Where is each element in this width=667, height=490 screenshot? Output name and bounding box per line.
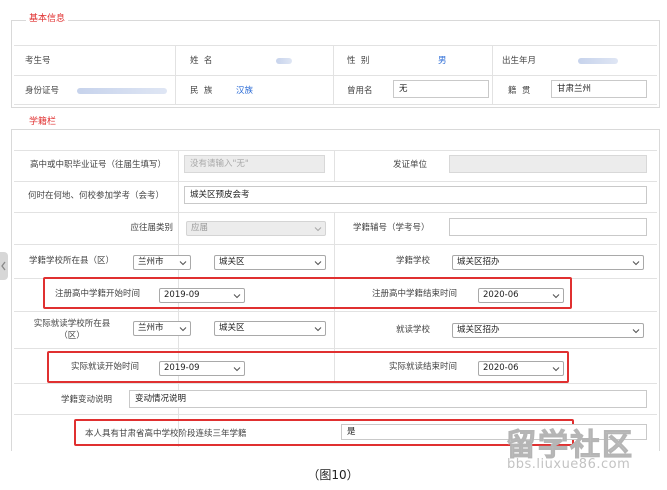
basic-col-divider bbox=[333, 45, 334, 104]
roll-row-divider bbox=[14, 414, 657, 415]
chevron-down-icon bbox=[314, 227, 322, 232]
basic-row-divider bbox=[14, 104, 657, 105]
gender-label: 性 别 bbox=[347, 56, 370, 66]
actual-start-select[interactable]: 2019-09 bbox=[159, 361, 245, 376]
chevron-down-icon bbox=[179, 261, 187, 266]
chevron-down-icon bbox=[632, 329, 640, 334]
reg-end-value: 2020-06 bbox=[483, 290, 519, 300]
actual-end-select[interactable]: 2020-06 bbox=[478, 361, 564, 376]
actual-county-label: 实际就读学校所在县（区） bbox=[33, 319, 111, 341]
actual-school-value: 城关区招办 bbox=[457, 325, 500, 335]
grad-type-value: 应届 bbox=[191, 223, 209, 233]
sidebar-toggle-handle[interactable] bbox=[0, 252, 8, 280]
roll-row-divider bbox=[14, 348, 657, 349]
cert-no-label: 高中或中职毕业证号（往届生填写） bbox=[30, 160, 167, 170]
actual-start-value: 2019-09 bbox=[164, 363, 200, 373]
birth-label: 出生年月 bbox=[502, 56, 537, 66]
chevron-down-icon bbox=[233, 294, 241, 299]
grad-type-label: 应往届类别 bbox=[130, 223, 173, 233]
chevron-down-icon bbox=[632, 261, 640, 266]
ethnicity-value: 汉族 bbox=[236, 86, 254, 96]
roll-col-divider bbox=[334, 150, 335, 181]
gender-value: 男 bbox=[438, 56, 447, 66]
reg-start-select[interactable]: 2019-09 bbox=[159, 288, 245, 303]
exam-when-where-input[interactable]: 城关区预皮会考 bbox=[184, 186, 647, 204]
reg-start-value: 2019-09 bbox=[164, 290, 200, 300]
actual-school-select[interactable]: 城关区招办 bbox=[452, 323, 644, 338]
grad-type-select[interactable]: 应届 bbox=[186, 221, 326, 236]
roll-school-value: 城关区招办 bbox=[457, 257, 500, 267]
actual-district-select[interactable]: 城关区 bbox=[214, 321, 326, 336]
issuer-label: 发证单位 bbox=[393, 160, 428, 170]
exam-when-where-label: 何时在何地、何校参加学考（会考） bbox=[28, 191, 165, 201]
roll-row-divider bbox=[14, 181, 657, 182]
actual-end-label: 实际就读结束时间 bbox=[389, 362, 458, 372]
roll-row-divider bbox=[14, 383, 657, 384]
actual-city-value: 兰州市 bbox=[138, 323, 164, 333]
native-place-input[interactable]: 甘肃兰州 bbox=[551, 80, 647, 98]
roll-city-value: 兰州市 bbox=[138, 257, 164, 267]
roll-no-label: 学籍辅号（学考号） bbox=[353, 223, 430, 233]
chevron-down-icon bbox=[552, 294, 560, 299]
birth-value-redacted bbox=[578, 58, 618, 64]
school-roll-legend: 学籍栏 bbox=[26, 116, 60, 128]
id-value-redacted bbox=[77, 88, 167, 94]
chevron-down-icon bbox=[552, 367, 560, 372]
roll-row-divider bbox=[14, 244, 657, 245]
roll-city-select[interactable]: 兰州市 bbox=[133, 255, 191, 270]
cert-no-input[interactable]: 没有请输入"无" bbox=[184, 155, 325, 173]
roll-district-value: 城关区 bbox=[219, 257, 245, 267]
actual-start-label: 实际就读开始时间 bbox=[71, 362, 140, 372]
roll-no-input[interactable] bbox=[449, 218, 647, 236]
basic-info-legend: 基本信息 bbox=[26, 13, 69, 25]
watermark-url: bbs.liuxue86.com bbox=[507, 457, 631, 472]
native-place-label: 籍 贯 bbox=[508, 86, 531, 96]
change-label: 学籍变动说明 bbox=[61, 395, 113, 405]
reg-end-select[interactable]: 2020-06 bbox=[478, 288, 564, 303]
roll-row-divider bbox=[14, 311, 657, 312]
basic-row-divider bbox=[14, 75, 657, 76]
actual-district-value: 城关区 bbox=[219, 323, 245, 333]
actual-end-value: 2020-06 bbox=[483, 363, 519, 373]
three-years-label: 本人具有甘肃省高中学校阶段连续三年学籍 bbox=[85, 429, 247, 439]
roll-school-label: 学籍学校 bbox=[396, 256, 431, 266]
roll-county-label: 学籍学校所在县（区） bbox=[29, 256, 115, 266]
chevron-down-icon bbox=[233, 367, 241, 372]
figure-caption: （图10） bbox=[307, 468, 359, 482]
reg-end-label: 注册高中学籍结束时间 bbox=[372, 289, 458, 299]
basic-col-divider bbox=[492, 45, 493, 104]
basic-row-divider bbox=[14, 45, 657, 46]
issuer-input[interactable] bbox=[449, 155, 647, 173]
actual-school-label: 就读学校 bbox=[396, 325, 431, 335]
name-label: 姓 名 bbox=[190, 56, 213, 66]
former-name-input[interactable]: 无 bbox=[393, 80, 489, 98]
id-label: 身份证号 bbox=[25, 86, 60, 96]
chevron-down-icon bbox=[314, 261, 322, 266]
chevron-down-icon bbox=[179, 327, 187, 332]
roll-school-select[interactable]: 城关区招办 bbox=[452, 255, 644, 270]
actual-city-select[interactable]: 兰州市 bbox=[133, 321, 191, 336]
basic-col-divider bbox=[175, 45, 176, 104]
former-name-label: 曾用名 bbox=[347, 86, 373, 96]
roll-row-divider bbox=[14, 150, 657, 151]
change-input[interactable]: 变动情况说明 bbox=[129, 390, 647, 408]
reg-start-label: 注册高中学籍开始时间 bbox=[55, 289, 141, 299]
exam-no-label: 考生号 bbox=[25, 56, 51, 66]
roll-row-divider bbox=[14, 212, 657, 213]
chevron-down-icon bbox=[314, 327, 322, 332]
chevron-left-icon bbox=[1, 261, 6, 271]
roll-district-select[interactable]: 城关区 bbox=[214, 255, 326, 270]
ethnicity-label: 民 族 bbox=[190, 86, 213, 96]
name-value-redacted bbox=[276, 58, 292, 64]
